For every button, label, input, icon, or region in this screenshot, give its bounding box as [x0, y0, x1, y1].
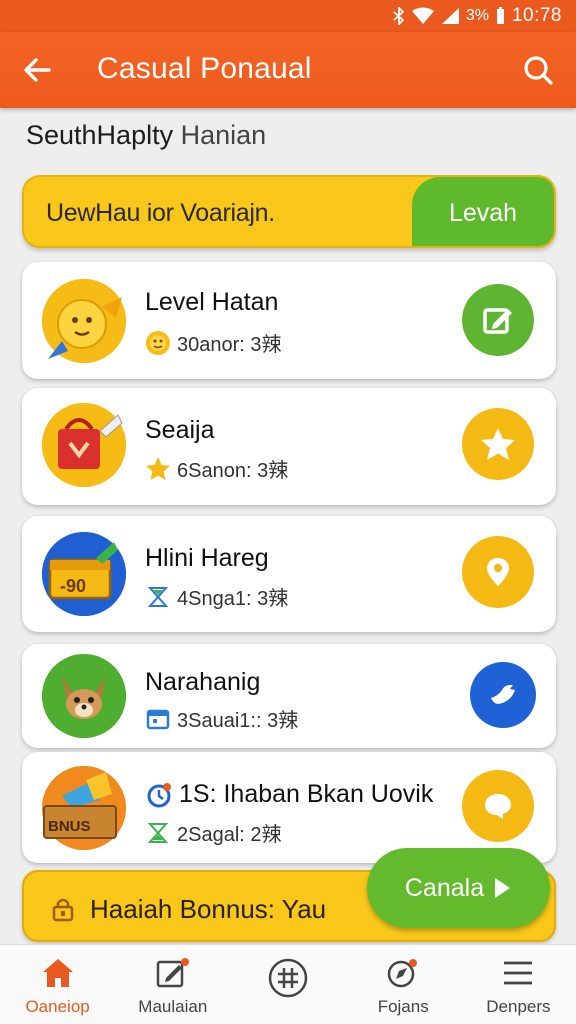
quest-meta-text: 6Sanon: 3辣 — [177, 460, 289, 482]
section-heading-main: SeuthHaplty — [26, 120, 174, 150]
signal-icon — [441, 8, 459, 24]
treasure-box-icon: -90 — [42, 532, 126, 616]
quest-meta: 3Sauai1:: 3辣 — [145, 704, 298, 733]
star-icon — [481, 428, 515, 460]
page-title: Casual Ponaual — [97, 52, 312, 85]
quest-title: Narahanig — [145, 668, 261, 696]
quest-action-button[interactable] — [462, 770, 534, 842]
battery-level: 3% — [465, 7, 489, 24]
promo-banner[interactable]: UewHau ior Voariajn. Levah — [22, 175, 556, 248]
quest-card[interactable]: BNUS 1S: Ihaban Bkan Uovik 2Sagal: 2辣 — [22, 752, 556, 863]
quest-title: Hlini Hareg — [145, 544, 269, 572]
gift-bag-icon — [42, 403, 126, 487]
chat-icon — [485, 794, 511, 819]
quest-action-button[interactable] — [462, 284, 534, 356]
compass-icon — [387, 959, 418, 988]
section-heading-sub: Hanian — [180, 120, 267, 150]
edit-icon — [483, 308, 512, 334]
bird-icon — [491, 684, 515, 704]
quest-action-button[interactable] — [462, 536, 534, 608]
back-button[interactable] — [18, 50, 58, 90]
grid-circle-icon — [268, 958, 308, 998]
quest-card[interactable]: -90 Hlini Hareg 4Snga1: 3辣 — [22, 516, 556, 632]
battery-icon — [496, 7, 504, 24]
timer-icon — [147, 782, 171, 807]
nav-item-menu[interactable]: Denpers — [461, 945, 576, 1024]
quest-meta-text: 4Snga1: 3辣 — [177, 588, 289, 610]
quest-meta-text: 30anor: 3辣 — [177, 334, 282, 356]
clock: 10:78 — [511, 5, 562, 26]
app-bar: Casual Ponaual — [0, 32, 576, 108]
coin-icon — [146, 330, 170, 355]
home-icon — [42, 959, 73, 987]
candy-icon — [42, 279, 126, 363]
search-button[interactable] — [518, 50, 558, 90]
hourglass-icon — [147, 586, 169, 607]
nav-label: Denpers — [486, 997, 551, 1016]
gift-crate-label: BNUS — [48, 818, 91, 835]
star-icon — [146, 456, 170, 480]
svg-text:-90: -90 — [60, 576, 86, 596]
quest-meta-text: 2Sagal: 2辣 — [177, 824, 282, 846]
section-heading: SeuthHaplty Hanian — [26, 120, 266, 151]
bluetooth-icon — [393, 7, 405, 25]
calendar-icon — [146, 709, 170, 729]
quest-card[interactable]: Narahanig 3Sauai1:: 3辣 — [22, 644, 556, 748]
arrow-left-icon — [24, 58, 51, 82]
nav-item-fojans[interactable]: Fojans — [346, 945, 461, 1024]
quest-card[interactable]: Level Hatan 30anor: 3辣 — [22, 262, 556, 379]
edit-note-icon — [156, 958, 189, 988]
fox-icon — [42, 654, 126, 738]
claim-button-label: Canala — [404, 873, 485, 902]
quest-title: Seaija — [145, 416, 215, 444]
quest-action-button[interactable] — [462, 408, 534, 480]
wifi-icon — [411, 7, 434, 24]
play-arrow-icon — [495, 878, 511, 898]
nav-label: Maulaian — [138, 997, 208, 1016]
quest-title: Level Hatan — [145, 288, 279, 316]
promo-text: UewHau ior Voariajn. — [46, 199, 275, 227]
quest-meta-text: 3Sauai1:: 3辣 — [177, 710, 299, 732]
quest-meta: 30anor: 3辣 — [145, 328, 282, 357]
nav-label: Fojans — [377, 997, 429, 1016]
search-icon — [524, 56, 553, 85]
quest-action-button[interactable] — [470, 662, 536, 728]
lock-icon — [52, 898, 74, 922]
location-pin-icon — [487, 558, 509, 586]
promo-cta-button[interactable]: Levah — [412, 177, 554, 246]
quest-title-row: 1S: Ihaban Bkan Uovik — [145, 780, 433, 809]
quest-meta: 2Sagal: 2辣 — [145, 818, 282, 847]
quest-meta: 6Sanon: 3辣 — [145, 454, 288, 483]
status-icons: 3% 10:78 — [393, 5, 562, 27]
hourglass-icon — [147, 822, 169, 843]
nav-item-center[interactable] — [230, 945, 345, 1024]
quest-title: 1S: Ihaban Bkan Uovik — [179, 780, 434, 808]
gift-crate-icon: BNUS — [42, 766, 126, 850]
quest-card[interactable]: Seaija 6Sanon: 3辣 — [22, 388, 556, 505]
nav-label: Oaneiop — [25, 997, 90, 1016]
claim-button[interactable]: Canala — [367, 848, 550, 928]
nav-item-home[interactable]: Oaneiop — [0, 945, 115, 1024]
bonus-text: Haaiah Bonnus: Yau — [90, 894, 327, 924]
nav-item-notes[interactable]: Maulaian — [115, 945, 230, 1024]
bottom-nav: Oaneiop Maulaian Fojans Denpers — [0, 944, 576, 1024]
quest-meta: 4Snga1: 3辣 — [145, 582, 288, 611]
status-bar: 3% 10:78 — [0, 0, 576, 32]
menu-icon — [504, 961, 533, 985]
